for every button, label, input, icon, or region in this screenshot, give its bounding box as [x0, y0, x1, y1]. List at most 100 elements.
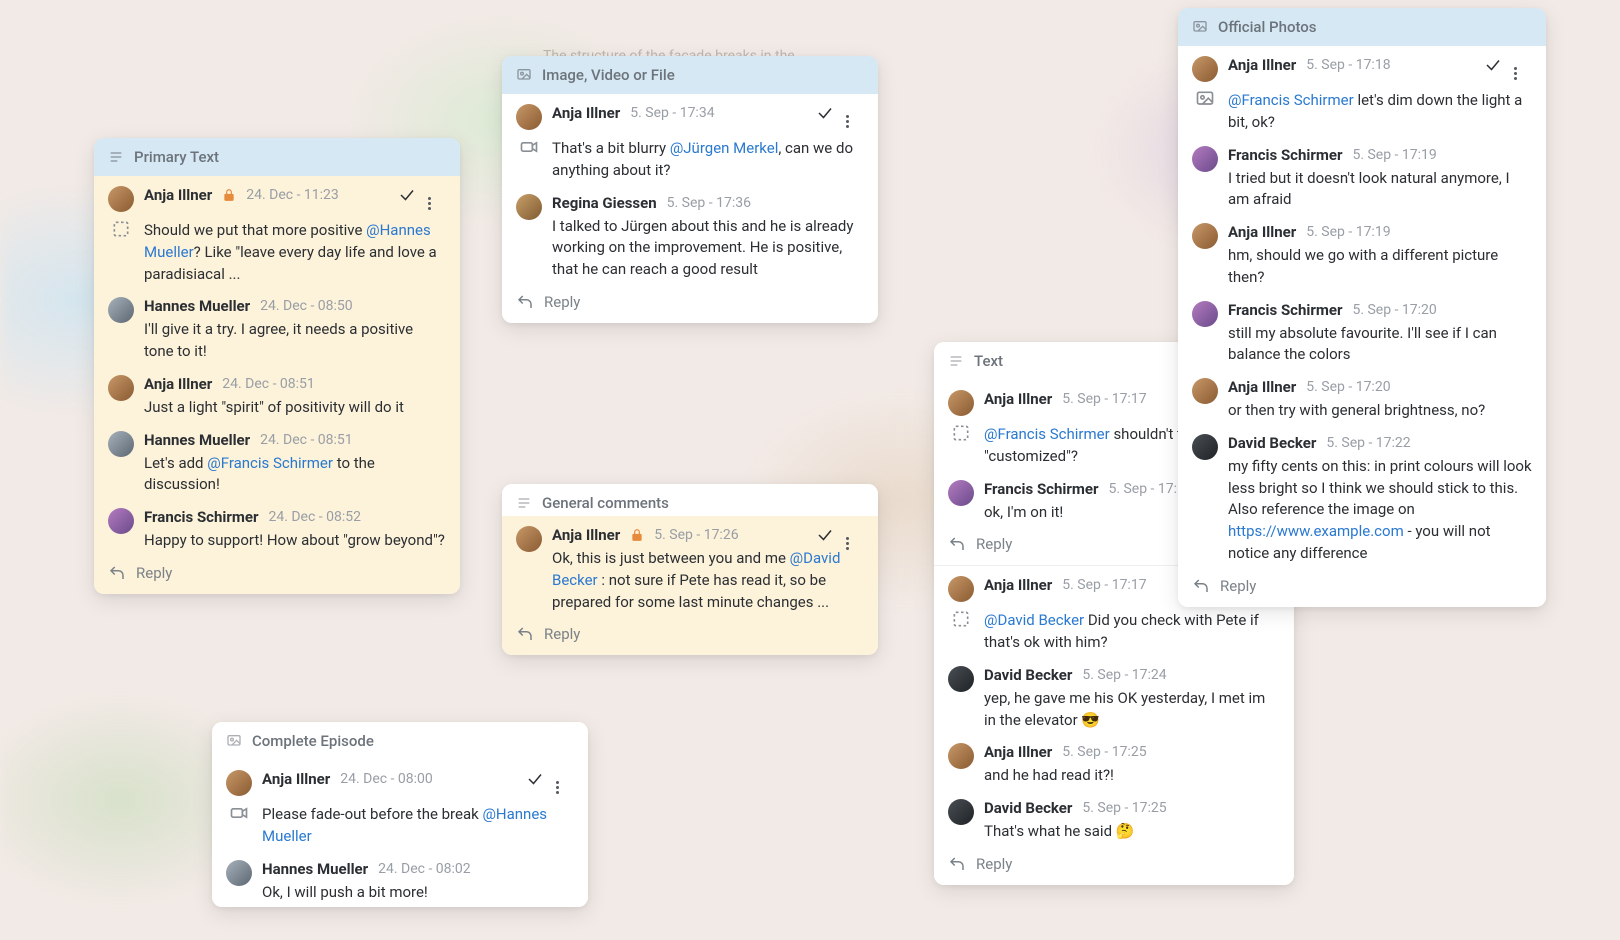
resolve-check-icon[interactable]	[816, 526, 834, 544]
avatar	[516, 194, 542, 220]
comment-author: Anja Illner	[144, 186, 212, 204]
comment: Francis Schirmer 5. Sep - 17:20 still my…	[1178, 293, 1546, 371]
avatar	[948, 390, 974, 416]
comment-row: Please fade-out before the break @Hannes…	[212, 800, 588, 852]
card-title: Image, Video or File	[542, 66, 675, 84]
card-episode: Complete Episode Anja Illner 24. Dec - 0…	[212, 722, 588, 907]
avatar	[948, 743, 974, 769]
comment-author: Anja Illner	[144, 375, 212, 393]
avatar	[948, 576, 974, 602]
comment-author: David Becker	[984, 799, 1072, 817]
card-title: Official Photos	[1218, 18, 1317, 36]
comment-author: Hannes Mueller	[144, 431, 250, 449]
comment-body: Should we put that more positive @Hannes…	[144, 220, 446, 285]
comment-timestamp: 5. Sep - 17:20	[1306, 379, 1390, 395]
card-body: Anja Illner 24. Dec - 08:00 Please fade-…	[212, 760, 588, 907]
focus-icon	[948, 606, 974, 632]
comment-timestamp: 24. Dec - 08:51	[260, 432, 353, 448]
comment-author: David Becker	[1228, 434, 1316, 452]
comment-author: Francis Schirmer	[1228, 146, 1342, 164]
card-header: Primary Text	[94, 138, 460, 176]
comment-author: Anja Illner	[552, 104, 620, 122]
comment-author: Hannes Mueller	[262, 860, 368, 878]
avatar	[516, 526, 542, 552]
more-menu-icon[interactable]	[846, 526, 864, 544]
mention[interactable]: @Francis Schirmer	[1228, 91, 1354, 109]
resolve-check-icon[interactable]	[1484, 56, 1502, 74]
avatar	[1192, 301, 1218, 327]
comment-body: Just a light "spirit" of positivity will…	[144, 397, 446, 419]
comment-body: I tried but it doesn't look natural anym…	[1228, 168, 1532, 212]
comment-timestamp: 24. Dec - 08:50	[260, 298, 353, 314]
comment-timestamp: 5. Sep - 17:20	[1352, 302, 1436, 318]
comment: David Becker 5. Sep - 17:25 That's what …	[934, 791, 1294, 847]
text-lines-icon	[516, 495, 532, 511]
focus-icon	[108, 216, 134, 242]
comment-body: Ok, this is just between you and me @Dav…	[552, 548, 864, 613]
avatar	[226, 770, 252, 796]
comment-body: @David Becker Did you check with Pete if…	[984, 610, 1280, 654]
image-icon	[1192, 86, 1218, 112]
comment-row: @Francis Schirmer let's dim down the lig…	[1178, 86, 1546, 138]
comment: Francis Schirmer 5. Sep - 17:19 I tried …	[1178, 138, 1546, 216]
reply-button[interactable]: Reply	[136, 564, 172, 582]
reply-button[interactable]: Reply	[544, 625, 580, 643]
resolve-check-icon[interactable]	[398, 186, 416, 204]
comment-body: and he had read it?!	[984, 765, 1280, 787]
comment-author: Anja Illner	[984, 390, 1052, 408]
comment-body: my fifty cents on this: in print colours…	[1228, 456, 1532, 565]
comment-body: Let's add @Francis Schirmer to the discu…	[144, 453, 446, 497]
mention[interactable]: @David Becker	[984, 611, 1084, 629]
resolve-check-icon[interactable]	[816, 104, 834, 122]
comment-timestamp: 5. Sep - 17:18	[1306, 57, 1390, 73]
comment: Anja Illner 24. Dec - 08:00	[212, 760, 588, 800]
avatar	[1192, 146, 1218, 172]
mention[interactable]: @Francis Schirmer	[207, 454, 333, 472]
card-general: General comments Anja Illner 5. Sep - 17…	[502, 484, 878, 655]
card-title: General comments	[542, 494, 669, 512]
mention[interactable]: @Jürgen Merkel	[670, 139, 779, 157]
comment: Hannes Mueller 24. Dec - 08:50 I'll give…	[94, 289, 460, 367]
comment: Anja Illner 5. Sep - 17:18	[1178, 46, 1546, 86]
resolve-check-icon[interactable]	[526, 770, 544, 788]
mention[interactable]: @Francis Schirmer	[984, 425, 1110, 443]
text-lines-icon	[108, 149, 124, 165]
comment-body: Happy to support! How about "grow beyond…	[144, 530, 446, 552]
more-menu-icon[interactable]	[556, 770, 574, 788]
more-menu-icon[interactable]	[1514, 56, 1532, 74]
avatar	[108, 297, 134, 323]
comment: Anja Illner 5. Sep - 17:26 Ok, this is j…	[502, 516, 878, 617]
reply-button[interactable]: Reply	[544, 293, 580, 311]
reply-row: Reply	[1178, 569, 1546, 607]
avatar	[108, 186, 134, 212]
image-icon	[516, 67, 532, 83]
comment: Hannes Mueller 24. Dec - 08:51 Let's add…	[94, 423, 460, 501]
reply-icon	[1192, 577, 1210, 595]
comment-body: Please fade-out before the break @Hannes…	[262, 804, 574, 848]
comment-timestamp: 5. Sep - 17:26	[654, 527, 738, 543]
card-body: Anja Illner 5. Sep - 17:18 @Francis Schi…	[1178, 46, 1546, 607]
reply-icon	[516, 625, 534, 643]
more-menu-icon[interactable]	[846, 104, 864, 122]
comment-timestamp: 5. Sep - 17:25	[1062, 744, 1146, 760]
avatar	[108, 431, 134, 457]
focus-icon	[948, 420, 974, 446]
card-header: General comments	[502, 484, 878, 516]
reply-button[interactable]: Reply	[1220, 577, 1256, 595]
reply-button[interactable]: Reply	[976, 855, 1012, 873]
link[interactable]: https://www.example.com	[1228, 522, 1404, 540]
comment-timestamp: 5. Sep - 17:25	[1082, 800, 1166, 816]
comment: Anja Illner 24. Dec - 08:51 Just a light…	[94, 367, 460, 423]
comment-author: Anja Illner	[552, 526, 620, 544]
comment: Francis Schirmer 24. Dec - 08:52 Happy t…	[94, 500, 460, 556]
avatar	[1192, 56, 1218, 82]
comment-row: Should we put that more positive @Hannes…	[94, 216, 460, 289]
reply-button[interactable]: Reply	[976, 535, 1012, 553]
comment-timestamp: 5. Sep - 17:17	[1062, 391, 1146, 407]
card-body: Anja Illner 5. Sep - 17:34 That's a bit …	[502, 94, 878, 323]
comment-timestamp: 24. Dec - 08:00	[340, 771, 433, 787]
comment: Anja Illner 5. Sep - 17:25 and he had re…	[934, 735, 1294, 791]
comment-timestamp: 5. Sep - 17:34	[630, 105, 714, 121]
avatar	[948, 799, 974, 825]
more-menu-icon[interactable]	[428, 186, 446, 204]
